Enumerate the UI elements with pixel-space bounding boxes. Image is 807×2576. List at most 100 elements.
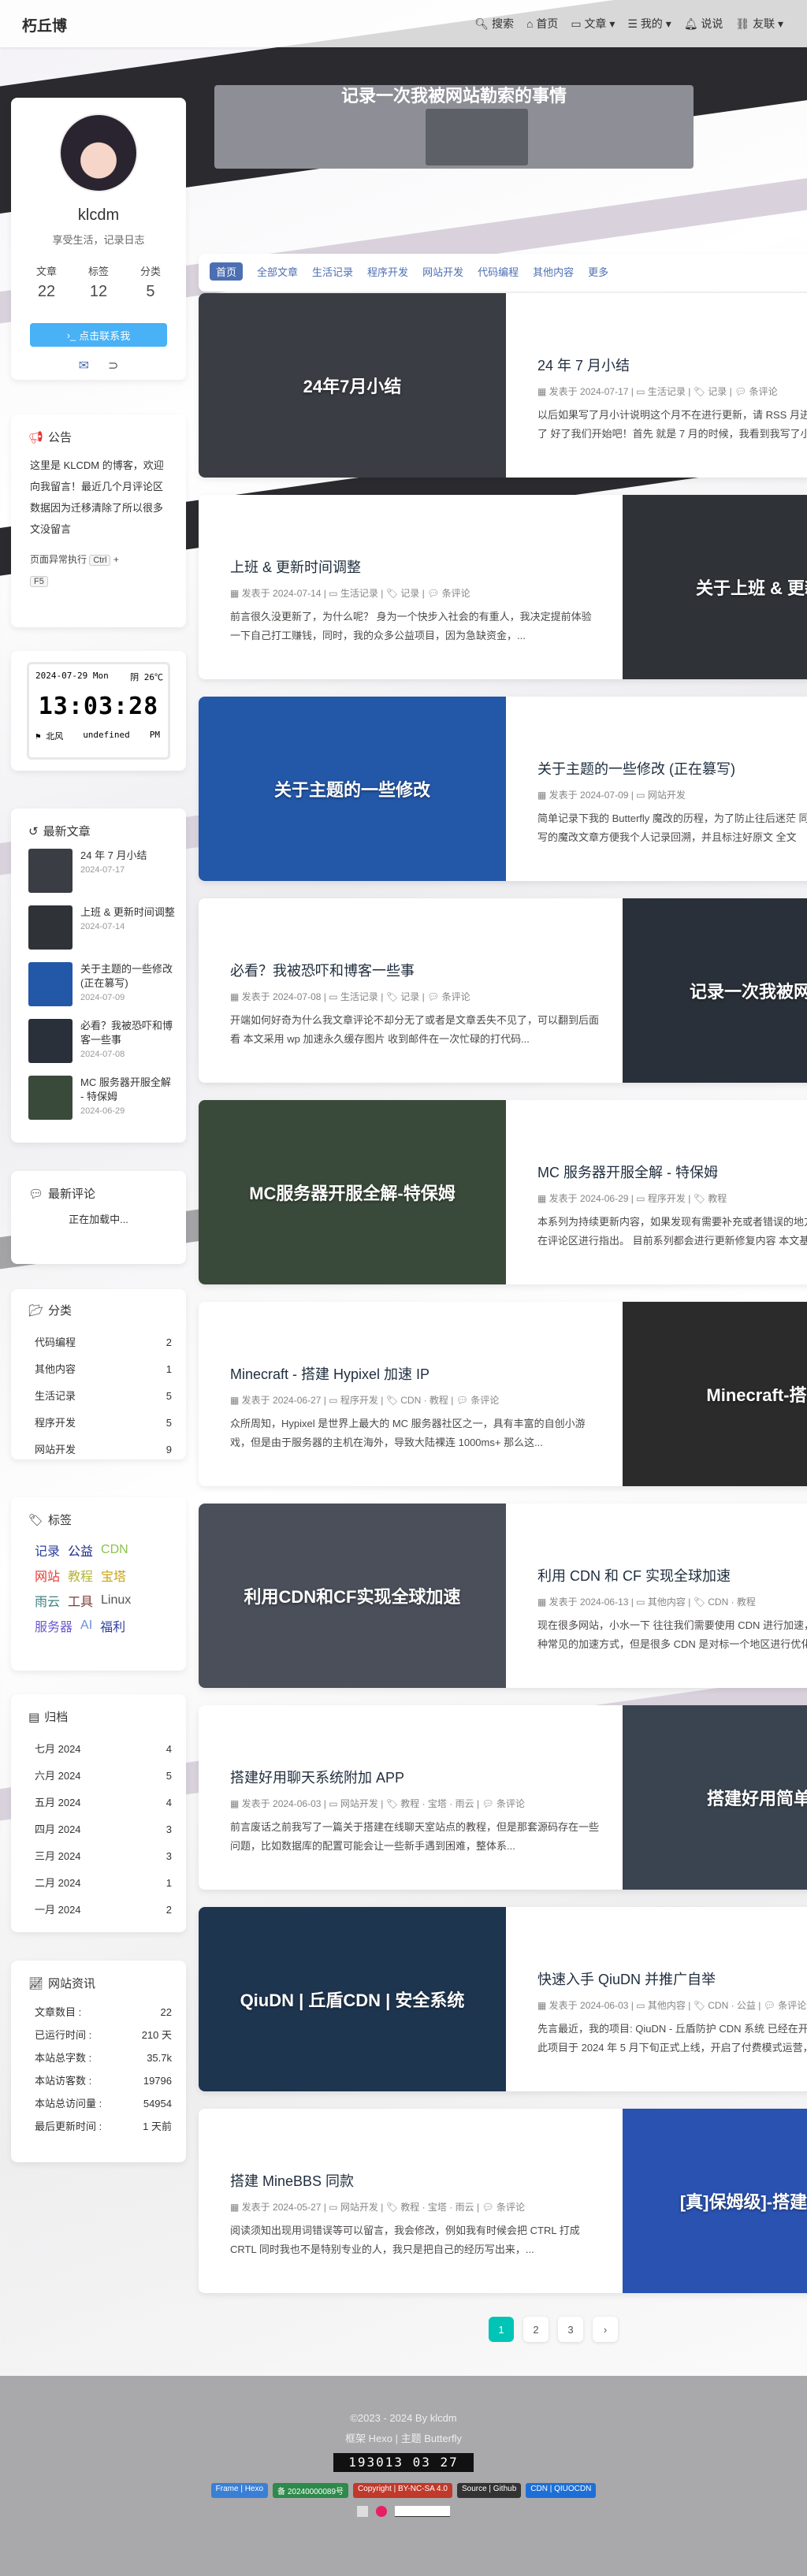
footer-badge[interactable]: CDN | QIUOCDN — [526, 2483, 597, 2498]
post-tags[interactable]: CDN · 教程 — [708, 1597, 756, 1608]
post-category[interactable]: 程序开发 — [648, 1193, 686, 1204]
recent-post-thumbnail[interactable] — [28, 849, 73, 893]
recent-post-thumbnail[interactable] — [28, 1019, 73, 1063]
footer-badge[interactable]: Copyright | BY-NC-SA 4.0 — [353, 2483, 452, 2498]
rss-icon[interactable]: ⊃ — [108, 358, 118, 374]
archive-item[interactable]: 六月 2024 5 — [35, 1763, 172, 1790]
category-item[interactable]: 其他内容 1 — [35, 1356, 172, 1383]
post-tags[interactable]: CDN · 公益 — [708, 2000, 756, 2011]
my-menu[interactable]: ☰ 我的 ▾ — [627, 16, 671, 32]
stat-posts[interactable]: 文章 22 — [36, 263, 57, 301]
post-card[interactable]: 24年7月小结 24 年 7 月小结 ▦ 发表于 2024-07-17 | ▭ 生活… — [199, 293, 807, 478]
archive-item[interactable]: 二月 2024 1 — [35, 1870, 172, 1897]
recent-post-item[interactable]: 24 年 7 月小结 2024-07-17 — [28, 849, 175, 905]
post-cover[interactable]: 关于上班 & 更新时间 — [623, 495, 807, 679]
archive-item[interactable]: 一月 2024 2 — [35, 1897, 172, 1924]
category-tab[interactable]: 代码编程 — [478, 264, 519, 281]
recent-post-title[interactable]: 上班 & 更新时间调整 — [80, 905, 175, 920]
post-category[interactable]: 程序开发 — [340, 1395, 378, 1406]
category-tab[interactable]: 全部文章 — [257, 264, 298, 281]
post-cover[interactable]: QiuDN | 丘盾CDN | 安全系统 — [199, 1907, 506, 2091]
archive-item[interactable]: 七月 2024 4 — [35, 1736, 172, 1763]
post-category[interactable]: 网站开发 — [648, 790, 686, 801]
tag-link[interactable]: 雨云 — [35, 1591, 60, 1610]
post-category[interactable]: 生活记录 — [340, 588, 378, 599]
recent-post-title[interactable]: 24 年 7 月小结 — [80, 849, 147, 863]
post-cover[interactable]: [真]保姆级]-搭建M -原创- — [623, 2109, 807, 2293]
footer-badge[interactable]: 备 20240000089号 — [273, 2483, 349, 2498]
post-card[interactable]: 关于主题的一些修改 关于主题的一些修改 (正在篡写) ▦ 发表于 2024-07-0… — [199, 697, 807, 881]
recent-post-thumbnail[interactable] — [28, 1076, 73, 1120]
post-category[interactable]: 生活记录 — [648, 386, 686, 397]
post-title[interactable]: 关于主题的一些修改 (正在篡写) — [537, 758, 807, 779]
search-link[interactable]: 🔍︎ 搜索 — [474, 16, 514, 32]
recent-post-thumbnail[interactable] — [28, 905, 73, 950]
post-comments[interactable]: 条评论 — [442, 588, 470, 599]
post-card[interactable]: 利用CDN和CF实现全球加速 利用 CDN 和 CF 实现全球加速 ▦ 发表于 20… — [199, 1504, 807, 1688]
tag-link[interactable]: 记录 — [35, 1541, 60, 1559]
post-comments[interactable]: 条评论 — [749, 386, 778, 397]
posts-menu[interactable]: ▭ 文章 ▾ — [571, 16, 615, 32]
archive-item[interactable]: 四月 2024 3 — [35, 1816, 172, 1843]
post-tags[interactable]: 教程 — [708, 1193, 727, 1204]
post-cover[interactable]: 关于主题的一些修改 — [199, 697, 506, 881]
post-cover[interactable]: MC服务器开服全解-特保姆 — [199, 1100, 506, 1284]
post-card[interactable]: MC服务器开服全解-特保姆 MC 服务器开服全解 - 特保姆 ▦ 发表于 2024-… — [199, 1100, 807, 1284]
recent-post-item[interactable]: 关于主题的一些修改 (正在篡写) 2024-07-09 — [28, 962, 175, 1019]
post-cover[interactable]: Minecraft-搭建Hy — [623, 1302, 807, 1486]
shuoshuo-link[interactable]: 🔔︎ 说说 — [684, 16, 723, 32]
page-1[interactable]: 1 — [489, 2317, 514, 2342]
post-card[interactable]: 搭建好用简单聊天 搭建好用聊天系统附加 APP ▦ 发表于 2024-06-03 |… — [199, 1705, 807, 1890]
post-category[interactable]: 生活记录 — [340, 991, 378, 1002]
stat-tags[interactable]: 标签 12 — [88, 263, 109, 301]
contact-button[interactable]: ›_ 点击联系我 — [30, 323, 167, 347]
category-tab[interactable]: 首页 — [210, 262, 244, 281]
page-3[interactable]: 3 — [558, 2317, 583, 2342]
post-comments[interactable]: 条评论 — [442, 991, 470, 1002]
post-tags[interactable]: 教程 · 宝塔 · 雨云 — [400, 1798, 474, 1809]
post-comments[interactable]: 条评论 — [496, 2202, 525, 2213]
recent-post-title[interactable]: 关于主题的一些修改 (正在篡写) — [80, 962, 175, 991]
tag-link[interactable]: 网站 — [35, 1566, 60, 1585]
footer-badge[interactable]: Source | Github — [456, 2483, 522, 2498]
tag-link[interactable]: Linux — [101, 1593, 131, 1608]
post-comments[interactable]: 条评论 — [778, 2000, 806, 2011]
next-page-button[interactable]: › — [593, 2317, 618, 2342]
post-title[interactable]: Minecraft - 搭建 Hypixel 加速 IP — [230, 1363, 601, 1384]
recent-post-item[interactable]: 必看？我被恐吓和博客一些事 2024-07-08 — [28, 1019, 175, 1076]
post-cover[interactable]: 搭建好用简单聊天 — [623, 1705, 807, 1890]
post-title[interactable]: 上班 & 更新时间调整 — [230, 556, 601, 577]
stat-categories[interactable]: 分类 5 — [140, 263, 161, 301]
category-tab[interactable]: 更多 — [588, 264, 608, 281]
category-item[interactable]: 生活记录 5 — [35, 1383, 172, 1410]
post-tags[interactable]: 记录 — [400, 588, 419, 599]
recent-post-title[interactable]: 必看？我被恐吓和博客一些事 — [80, 1019, 175, 1047]
archive-item[interactable]: 五月 2024 4 — [35, 1790, 172, 1816]
post-tags[interactable]: 教程 · 宝塔 · 雨云 — [400, 2202, 474, 2213]
post-cover[interactable]: 24年7月小结 — [199, 293, 506, 478]
tag-link[interactable]: 教程 — [68, 1566, 93, 1585]
post-card[interactable]: 关于上班 & 更新时间 上班 & 更新时间调整 ▦ 发表于 2024-07-14 |… — [199, 495, 807, 679]
category-item[interactable]: 程序开发 5 — [35, 1410, 172, 1437]
post-comments[interactable]: 条评论 — [496, 1798, 525, 1809]
tag-link[interactable]: 公益 — [68, 1541, 93, 1559]
post-card[interactable]: Minecraft-搭建Hy Minecraft - 搭建 Hypixel 加速 … — [199, 1302, 807, 1486]
home-link[interactable]: ⌂ 首页 — [526, 16, 558, 32]
tag-link[interactable]: CDN — [101, 1543, 128, 1557]
post-title[interactable]: 必看？我被恐吓和博客一些事 — [230, 960, 601, 980]
archive-item[interactable]: 三月 2024 3 — [35, 1843, 172, 1870]
tag-link[interactable]: 服务器 — [35, 1616, 73, 1635]
recent-post-thumbnail[interactable] — [28, 962, 73, 1006]
top-featured-banner[interactable]: 记录一次我被网站勒索的事情 — [214, 85, 694, 169]
category-tab[interactable]: 程序开发 — [367, 264, 408, 281]
post-title[interactable]: 搭建 MineBBS 同款 — [230, 2170, 601, 2191]
category-tab[interactable]: 生活记录 — [312, 264, 353, 281]
post-category[interactable]: 其他内容 — [648, 1597, 686, 1608]
post-tags[interactable]: 记录 — [708, 386, 727, 397]
post-tags[interactable]: CDN · 教程 — [400, 1395, 448, 1406]
post-comments[interactable]: 条评论 — [470, 1395, 499, 1406]
footer-badge[interactable]: Frame | Hexo — [210, 2483, 269, 2498]
post-category[interactable]: 网站开发 — [340, 1798, 378, 1809]
recent-post-item[interactable]: MC 服务器开服全解 - 特保姆 2024-06-29 — [28, 1076, 175, 1132]
post-title[interactable]: 快速入手 QiuDN 并推广自举 — [537, 1968, 807, 1989]
